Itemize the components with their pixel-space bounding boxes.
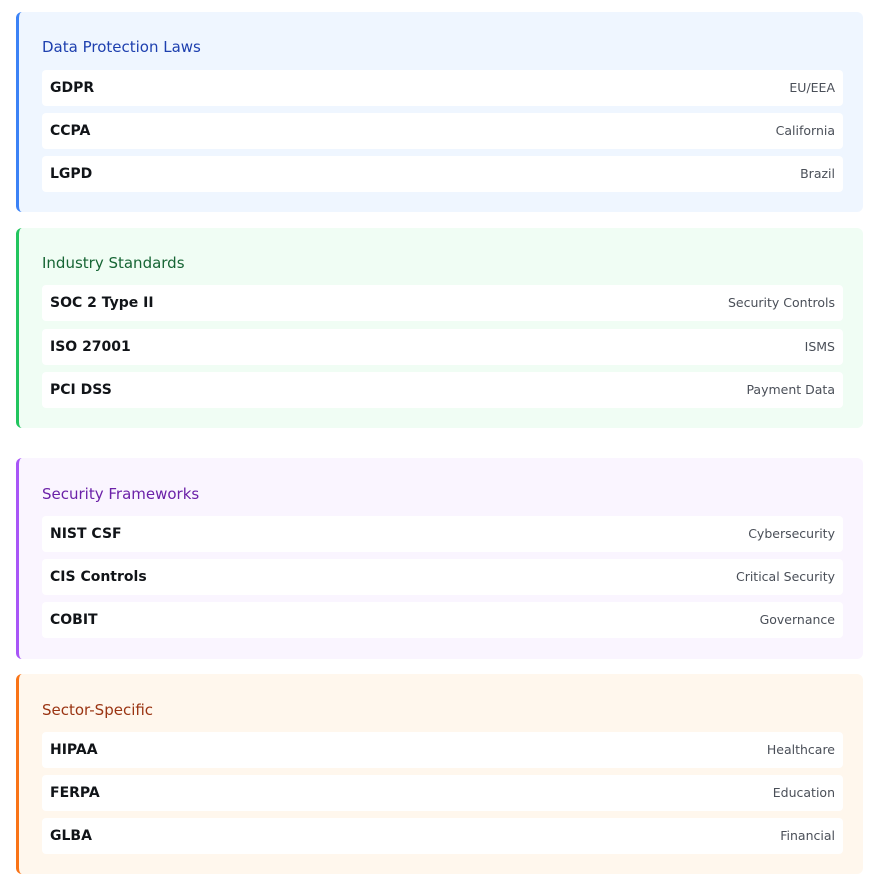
section-card-security-frameworks: Security Frameworks NIST CSF Cybersecuri… [16,458,863,659]
item-name: GLBA [50,828,92,844]
section-title: Sector-Specific [42,701,154,719]
list-item: CCPA California [42,113,843,149]
item-name: NIST CSF [50,526,122,542]
list-item: NIST CSF Cybersecurity [42,516,843,552]
item-description: Cybersecurity [748,526,835,541]
list-item: LGPD Brazil [42,156,843,192]
item-description: Education [772,785,835,800]
section-card-industry-standards: Industry Standards SOC 2 Type II Securit… [16,228,863,428]
list-item: GLBA Financial [42,818,843,854]
list-item: FERPA Education [42,775,843,811]
list-item: SOC 2 Type II Security Controls [42,285,843,321]
section-title: Industry Standards [42,254,185,272]
item-description: Financial [780,828,835,843]
item-name: LGPD [50,166,93,182]
item-name: GDPR [50,80,95,96]
item-name: FERPA [50,785,100,801]
item-name: HIPAA [50,742,98,758]
item-name: COBIT [50,612,98,628]
list-item: ISO 27001 ISMS [42,329,843,365]
section-title: Security Frameworks [42,485,200,503]
list-item: PCI DSS Payment Data [42,372,843,408]
item-name: ISO 27001 [50,339,131,355]
item-description: Payment Data [746,382,835,397]
item-description: California [775,123,835,138]
section-title: Data Protection Laws [42,38,201,56]
section-card-sector-specific: Sector-Specific HIPAA Healthcare FERPA E… [16,674,863,874]
item-description: Security Controls [727,295,835,310]
section-card-data-protection-laws: Data Protection Laws GDPR EU/EEA CCPA Ca… [16,12,863,212]
item-description: Brazil [800,166,835,181]
list-item: CIS Controls Critical Security [42,559,843,595]
item-description: EU/EEA [789,80,835,95]
list-item: COBIT Governance [42,602,843,638]
item-name: SOC 2 Type II [50,295,154,311]
item-description: ISMS [804,339,835,354]
list-item: HIPAA Healthcare [42,732,843,768]
item-description: Critical Security [735,569,835,584]
item-name: PCI DSS [50,382,112,398]
list-item: GDPR EU/EEA [42,70,843,106]
item-name: CIS Controls [50,569,147,585]
item-description: Governance [759,612,835,627]
item-description: Healthcare [766,742,835,757]
item-name: CCPA [50,123,91,139]
